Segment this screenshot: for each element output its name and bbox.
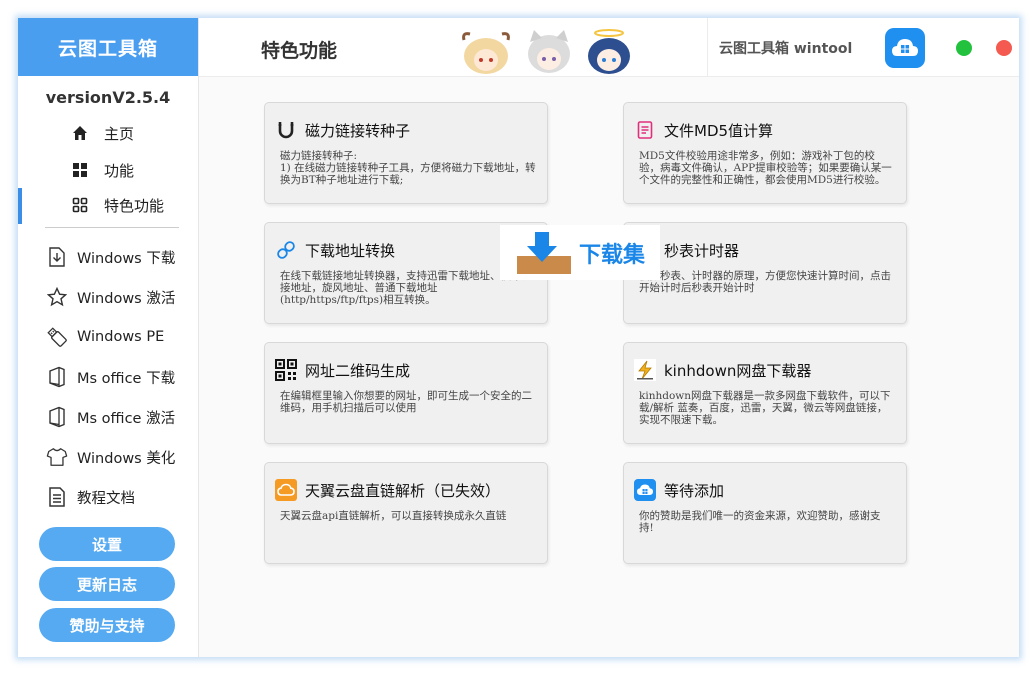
tool-label: Ms office 激活 <box>77 410 176 427</box>
minimize-button[interactable] <box>956 40 972 56</box>
card-coming-soon[interactable]: 等待添加 你的赞助是我们唯一的资金来源，欢迎赞助，感谢支持! <box>623 462 907 564</box>
tool-office-download[interactable]: Ms office 下载 <box>46 359 196 395</box>
card-qrcode-generator[interactable]: 网址二维码生成 在编辑框里输入你想要的网址，即可生成一个安全的二维码，用手机扫描… <box>264 342 548 444</box>
tool-label: Ms office 下载 <box>77 370 176 387</box>
tool-windows-pe[interactable]: Windows PE <box>46 319 196 355</box>
star-icon <box>46 286 68 308</box>
file-md5-icon <box>634 119 656 141</box>
nav-home[interactable]: 主页 <box>70 116 197 150</box>
usb-icon <box>46 326 68 348</box>
card-title: kinhdown网盘下载器 <box>664 362 812 380</box>
tool-label: Windows 下载 <box>77 250 176 267</box>
tool-windows-beautify[interactable]: Windows 美化 <box>46 439 196 475</box>
card-description: 天翼云盘api直链解析，可以直接转换成永久直链 <box>280 510 507 522</box>
qrcode-icon <box>275 359 297 381</box>
nav-special-features[interactable]: 特色功能 <box>70 188 197 222</box>
card-title: 下载地址转换 <box>305 242 396 260</box>
watermark-logo: 下载集 <box>500 225 660 280</box>
nav-special-label: 特色功能 <box>104 196 165 215</box>
card-description: 模拟秒表、计时器的原理，方便您快速计算时间，点击开始计时后秒表开始计时 <box>639 270 891 294</box>
card-description: 你的赞助是我们唯一的资金来源，欢迎赞助，感谢支持! <box>639 510 881 534</box>
card-description: MD5文件校验用途非常多，例如：游戏补丁包的校验，病毒文件确认，APP提审校验等… <box>639 150 892 186</box>
tool-windows-download[interactable]: Windows 下载 <box>46 239 196 275</box>
app-logo-icon <box>885 28 925 68</box>
close-button[interactable] <box>996 40 1012 56</box>
tool-label: 教程文档 <box>77 490 135 507</box>
cloud-box-icon <box>634 479 656 501</box>
office-icon <box>46 406 68 428</box>
changelog-button[interactable]: 更新日志 <box>39 567 175 601</box>
card-description: kinhdown网盘下载器是一款多网盘下载软件，可以下载/解析 蓝奏，百度，迅雷… <box>639 390 891 426</box>
tshirt-icon <box>46 446 68 468</box>
grid-icon <box>70 162 90 178</box>
card-file-md5[interactable]: 文件MD5值计算 MD5文件校验用途非常多，例如：游戏补丁包的校验，病毒文件确认… <box>623 102 907 204</box>
card-description: 在编辑框里输入你想要的网址，即可生成一个安全的二维码，用手机扫描后可以使用 <box>280 390 532 414</box>
brand-title: 云图工具箱 <box>18 18 198 76</box>
card-kinhdown[interactable]: kinhdown网盘下载器 kinhdown网盘下载器是一款多网盘下载软件，可以… <box>623 342 907 444</box>
tool-windows-activate[interactable]: Windows 激活 <box>46 279 196 315</box>
sidebar: 云图工具箱 versionV2.5.4 主页 功能 特色功能 Windows 下… <box>18 18 199 657</box>
settings-button[interactable]: 设置 <box>39 527 175 561</box>
card-description: 在线下载链接地址转换器，支持迅雷下载地址、快车链接地址，旋风地址、普通下载地址(… <box>280 270 532 306</box>
app-name-label: 云图工具箱 wintool <box>719 41 853 57</box>
card-title: 网址二维码生成 <box>305 362 411 380</box>
card-title: 等待添加 <box>664 482 725 500</box>
tool-tutorial-docs[interactable]: 教程文档 <box>46 479 196 515</box>
card-description: 磁力链接转种子: 1) 在线磁力链接转种子工具，方便将磁力下载地址，转换为BT种… <box>280 150 536 186</box>
magnet-icon <box>275 119 297 141</box>
sidebar-divider <box>45 227 179 228</box>
nav-features-label: 功能 <box>104 161 135 180</box>
card-title: 文件MD5值计算 <box>664 122 774 140</box>
nav-home-label: 主页 <box>104 124 135 143</box>
home-icon <box>70 125 90 141</box>
header-bar: 特色功能 云图工具箱 wintool <box>199 18 1019 77</box>
sponsor-button[interactable]: 赞助与支持 <box>39 608 175 642</box>
card-title: 磁力链接转种子 <box>305 122 411 140</box>
card-stopwatch[interactable]: 秒表计时器 模拟秒表、计时器的原理，方便您快速计算时间，点击开始计时后秒表开始计… <box>623 222 907 324</box>
apps-icon <box>70 197 90 213</box>
anime-characters-illustration <box>454 28 649 80</box>
card-magnet-to-torrent[interactable]: 磁力链接转种子 磁力链接转种子: 1) 在线磁力链接转种子工具，方便将磁力下载地… <box>264 102 548 204</box>
card-title: 天翼云盘直链解析（已失效） <box>305 482 501 500</box>
lightning-icon <box>634 359 656 381</box>
nav-features[interactable]: 功能 <box>70 153 197 187</box>
watermark-text: 下载集 <box>578 242 645 268</box>
office-icon <box>46 366 68 388</box>
version-label: versionV2.5.4 <box>45 88 171 107</box>
header-separator <box>707 18 708 76</box>
app-window: 云图工具箱 versionV2.5.4 主页 功能 特色功能 Windows 下… <box>18 18 1019 657</box>
page-title: 特色功能 <box>261 40 338 62</box>
download-file-icon <box>46 246 68 268</box>
link-icon <box>275 239 297 261</box>
tool-label: Windows 美化 <box>77 450 176 467</box>
download-arrow-icon <box>516 231 571 274</box>
card-tianyi-cloud[interactable]: 天翼云盘直链解析（已失效） 天翼云盘api直链解析，可以直接转换成永久直链 <box>264 462 548 564</box>
tool-label: Windows PE <box>77 329 165 345</box>
cloud-icon <box>275 479 297 501</box>
nav-active-indicator <box>18 188 22 224</box>
tool-office-activate[interactable]: Ms office 激活 <box>46 399 196 435</box>
document-icon <box>46 486 68 508</box>
card-title: 秒表计时器 <box>664 242 740 260</box>
tool-label: Windows 激活 <box>77 290 176 307</box>
